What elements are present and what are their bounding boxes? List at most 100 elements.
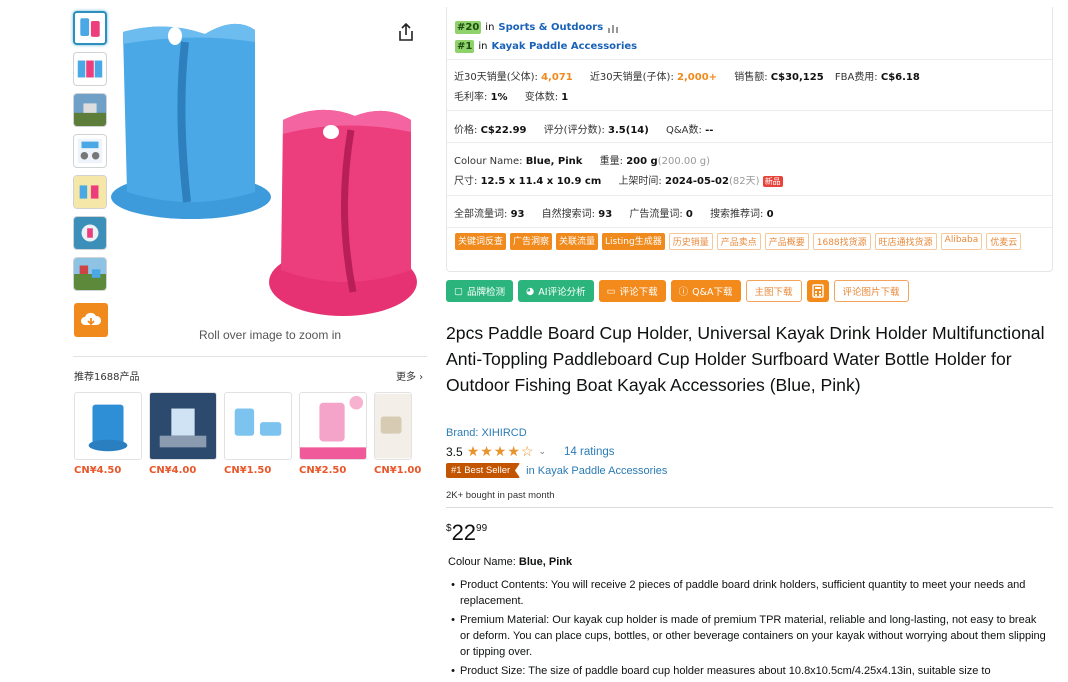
sales-row: 近30天销量(父体): 4,071 近30天销量(子体): 2,000+ 销售额… — [454, 68, 920, 83]
tag-alibaba[interactable]: Alibaba — [940, 233, 983, 250]
review-image-download-button[interactable]: 评论图片下载 — [833, 280, 909, 302]
button-label: AI评论分析 — [538, 287, 586, 298]
rank-prefix: in — [478, 41, 488, 52]
thumbnail-4[interactable] — [73, 134, 107, 168]
bullet-dot: • — [451, 614, 455, 626]
list-item: • Product Size: The size of paddle board… — [446, 663, 1051, 679]
checkbox-icon: ▢ — [454, 285, 463, 297]
thumbnail-2[interactable] — [73, 52, 107, 86]
seller-tool-panel: #20 in Sports & Outdoors #1 in Kayak Pad… — [446, 7, 1053, 272]
tag-related-traffic[interactable]: 关联流量 — [556, 233, 599, 250]
tag-1688-source[interactable]: 1688找货源 — [812, 233, 871, 250]
recommend-image[interactable] — [74, 392, 142, 460]
margin-row: 毛利率: 1% 变体数: 1 — [454, 88, 568, 103]
tag-selling-points[interactable]: 产品卖点 — [716, 233, 761, 250]
label: 广告流量词: — [629, 209, 683, 220]
divider — [447, 59, 1052, 60]
zoom-hint: Roll over image to zoom in — [198, 328, 342, 342]
tag-keyword-reverse[interactable]: 关键词反查 — [455, 233, 507, 250]
label: 近30天销量(子体): — [589, 72, 674, 83]
weight-value: 200 g — [626, 156, 658, 167]
recommend-price: CN¥2.50 — [299, 465, 347, 476]
main-image-download-button[interactable]: 主图下载 — [745, 280, 802, 302]
recommend-price: CN¥4.00 — [149, 465, 197, 476]
download-button[interactable] — [74, 303, 108, 337]
thumbnail-6[interactable] — [73, 216, 107, 250]
colour-weight-row: Colour Name: Blue, Pink 重量: 200 g(200.00… — [454, 152, 710, 167]
rank-category-link[interactable]: Kayak Paddle Accessories — [491, 41, 637, 52]
best-seller-category-link[interactable]: in Kayak Paddle Accessories — [526, 465, 667, 477]
product-title: 2pcs Paddle Board Cup Holder, Universal … — [446, 323, 1045, 395]
button-label: 品牌检测 — [466, 287, 505, 298]
thumbnail-3[interactable] — [73, 93, 107, 127]
button-label: Q&A下载 — [692, 287, 733, 298]
label: 重量: — [599, 156, 624, 167]
main-product-image[interactable] — [105, 12, 425, 324]
star-rating-icon[interactable]: ★★★★☆ — [467, 443, 535, 460]
listed-date-value: 2024-05-02 — [665, 176, 729, 187]
ratings-count-link[interactable]: 14 ratings — [564, 446, 615, 458]
recommend-item[interactable]: CN¥2.50 — [299, 392, 367, 476]
chevron-down-icon[interactable]: ⌄ — [538, 446, 546, 457]
best-seller-badge[interactable]: #1 Best Seller — [446, 463, 521, 478]
divider — [447, 195, 1052, 196]
bar-chart-icon[interactable] — [607, 23, 619, 33]
divider — [73, 356, 427, 357]
brand-link[interactable]: Brand: XIHIRCD — [446, 427, 527, 439]
ai-review-button[interactable]: ◕ AI评论分析 — [518, 280, 594, 302]
thumbnail-5[interactable] — [73, 175, 107, 209]
traffic-row: 全部流量词: 93 自然搜索词: 93 广告流量词: 0 搜索推荐词: 0 — [454, 205, 774, 220]
thumbnail-7[interactable] — [73, 257, 107, 291]
recommend-more-link[interactable]: 更多 › — [396, 368, 423, 383]
panel-price-value: C$22.99 — [480, 125, 527, 136]
label: Q&A数: — [666, 125, 702, 136]
recommend-item[interactable]: CN¥1.50 — [224, 392, 292, 476]
label: 近30天销量(父体): — [454, 72, 538, 83]
revenue-value: C$30,125 — [770, 72, 824, 83]
variants-value: 1 — [561, 92, 569, 103]
price: $2299 — [446, 520, 487, 546]
share-icon[interactable] — [396, 22, 416, 42]
tag-listing-generator[interactable]: Listing生成器 — [602, 233, 665, 250]
recommend-image[interactable] — [374, 392, 412, 460]
thumbnail-1[interactable] — [73, 11, 107, 45]
recommend-item[interactable]: CN¥4.50 — [74, 392, 142, 476]
tag-youmaiyun[interactable]: 优麦云 — [986, 233, 1022, 250]
panel-colour-value: Blue, Pink — [525, 156, 583, 167]
new-badge: 新品 — [762, 175, 783, 187]
price-whole: 22 — [451, 520, 477, 545]
review-download-button[interactable]: ▭ 评论下载 — [598, 280, 666, 302]
weight-detail: (200.00 g) — [657, 156, 711, 167]
tag-product-summary[interactable]: 产品概要 — [764, 233, 809, 250]
rank-row-1: #20 in Sports & Outdoors — [455, 21, 619, 34]
label: 上架时间: — [618, 176, 662, 187]
list-item: • Premium Material: Our kayak cup holder… — [446, 612, 1051, 660]
sales-child-value: 2,000+ — [677, 72, 718, 83]
tag-wangdian-source[interactable]: 旺店通找货源 — [874, 233, 937, 250]
recommend-image[interactable] — [224, 392, 292, 460]
recommend-price: CN¥1.00 — [374, 465, 422, 476]
recommend-list: CN¥4.50 CN¥4.00 CN¥1.50 CN¥2.50 CN¥1.00 — [74, 392, 422, 476]
recommend-item[interactable]: CN¥1.00 — [374, 392, 422, 476]
list-item: • Product Contents: You will receive 2 p… — [446, 577, 1051, 609]
tool-tags: 关键词反查 广告洞察 关联流量 Listing生成器 历史销量 产品卖点 产品概… — [455, 233, 1045, 250]
tag-ad-insight[interactable]: 广告洞察 — [510, 233, 553, 250]
recommend-title: 推荐1688产品 — [74, 372, 140, 383]
button-label: 评论下载 — [619, 287, 658, 298]
label: 变体数: — [524, 92, 559, 103]
tag-history-sales[interactable]: 历史销量 — [668, 233, 713, 250]
rank-category-link[interactable]: Sports & Outdoors — [498, 22, 603, 33]
comment-icon: ▭ — [606, 285, 616, 297]
cloud-download-icon — [81, 312, 102, 326]
bought-count: 2K+ bought in past month — [446, 490, 555, 501]
rating-row: 3.5 ★★★★☆ ⌄ 14 ratings — [446, 443, 615, 460]
label: 全部流量词: — [454, 209, 508, 220]
calculator-button[interactable] — [806, 280, 829, 302]
recommend-item[interactable]: CN¥4.00 — [149, 392, 217, 476]
label: 搜索推荐词: — [710, 209, 764, 220]
brand-check-button[interactable]: ▢ 品牌检测 — [446, 280, 513, 302]
recommend-image[interactable] — [299, 392, 367, 460]
traffic-organic-value: 93 — [598, 209, 613, 220]
recommend-image[interactable] — [149, 392, 217, 460]
qa-download-button[interactable]: ⓘ Q&A下载 — [670, 280, 741, 302]
